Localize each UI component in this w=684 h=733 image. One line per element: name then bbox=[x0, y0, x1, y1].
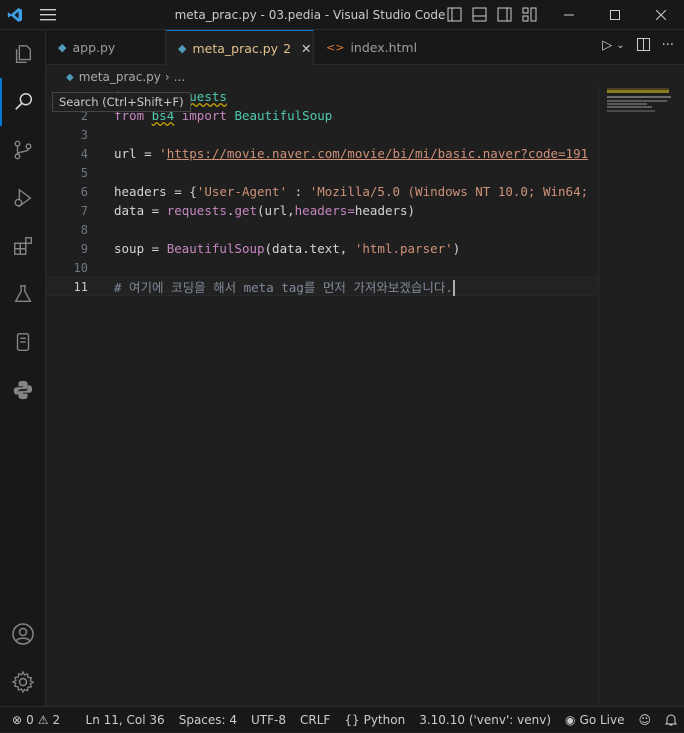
code-comment: # 여기에 코딩을 해서 meta tag를 먼저 가져와보겠습니다. bbox=[114, 279, 453, 295]
activity-bar bbox=[0, 30, 46, 706]
end-of-line[interactable]: CRLF bbox=[293, 707, 337, 733]
vscode-logo-icon bbox=[0, 0, 30, 30]
code-line: 5 bbox=[46, 163, 598, 182]
window-title: meta_prac.py - 03.pedia - Visual Studio … bbox=[174, 8, 446, 22]
code-line: 3 bbox=[46, 125, 598, 144]
close-tab-icon[interactable]: ✕ bbox=[301, 41, 311, 56]
hamburger-menu-icon[interactable] bbox=[30, 0, 66, 30]
settings-gear-icon[interactable] bbox=[0, 658, 46, 706]
line-number: 5 bbox=[80, 165, 88, 180]
line-number: 11 bbox=[73, 279, 88, 294]
line-number: 6 bbox=[80, 184, 88, 199]
code-editor[interactable]: 1 import requests 2 from bs4 import Beau… bbox=[46, 86, 598, 706]
testing-flask-icon[interactable] bbox=[0, 270, 46, 318]
encoding[interactable]: UTF-8 bbox=[244, 707, 293, 733]
minimap[interactable] bbox=[598, 86, 684, 706]
current-code-line: 11 # 여기에 코딩을 해서 meta tag를 먼저 가져와보겠습니다. bbox=[46, 277, 598, 297]
indentation[interactable]: Spaces: 4 bbox=[172, 707, 244, 733]
python-file-icon: ◆ bbox=[178, 41, 187, 55]
warning-icon: ⚠ bbox=[37, 712, 49, 727]
more-actions-icon[interactable]: ··· bbox=[662, 38, 674, 55]
search-icon[interactable] bbox=[0, 78, 46, 126]
html-file-icon: <> bbox=[326, 41, 345, 54]
customize-layout-icon[interactable] bbox=[521, 6, 538, 23]
extensions-icon[interactable] bbox=[0, 222, 46, 270]
breadcrumb-more[interactable]: ... bbox=[174, 70, 185, 84]
problem-count-badge: 2 bbox=[283, 40, 292, 56]
line-number: 9 bbox=[80, 241, 88, 256]
language-mode[interactable]: {} Python bbox=[337, 707, 412, 733]
run-python-file-icon[interactable]: ▷ bbox=[602, 38, 612, 55]
toggle-secondary-sidebar-icon[interactable] bbox=[496, 6, 513, 23]
tab-meta-prac-py[interactable]: ◆ meta_prac.py 2 ✕ bbox=[166, 30, 314, 65]
python-file-icon: ◆ bbox=[66, 71, 74, 83]
maximize-icon[interactable] bbox=[592, 0, 638, 30]
breadcrumb-separator: › bbox=[164, 70, 170, 84]
minimize-icon[interactable] bbox=[546, 0, 592, 30]
toggle-primary-sidebar-icon[interactable] bbox=[446, 6, 463, 23]
code-line: 9 soup = BeautifulSoup(data.text, 'html.… bbox=[46, 239, 598, 258]
python-interpreter[interactable]: 3.10.10 ('venv': venv) bbox=[412, 707, 558, 733]
url-link[interactable]: https://movie.naver.com/movie/bi/mi/basi… bbox=[167, 146, 588, 161]
breadcrumb: ◆ meta_prac.py › ... bbox=[46, 66, 596, 88]
status-bar: ⊗ 0 ⚠ 2 Ln 11, Col 36 Spaces: 4 UTF-8 CR… bbox=[0, 706, 684, 732]
title-bar: meta_prac.py - 03.pedia - Visual Studio … bbox=[0, 0, 684, 30]
feedback-icon[interactable]: ☺ bbox=[631, 707, 658, 733]
code-line: 4 url = 'https://movie.naver.com/movie/b… bbox=[46, 144, 598, 163]
code-line: 6 headers = {'User-Agent' : 'Mozilla/5.0… bbox=[46, 182, 598, 201]
close-window-icon[interactable] bbox=[638, 0, 684, 30]
remote-explorer-icon[interactable] bbox=[0, 318, 46, 366]
line-number: 8 bbox=[80, 222, 88, 237]
tab-app-py[interactable]: ◆ app.py bbox=[46, 30, 166, 65]
cursor-position[interactable]: Ln 11, Col 36 bbox=[79, 707, 172, 733]
braces-icon: {} bbox=[344, 712, 360, 727]
line-number: 3 bbox=[80, 127, 88, 142]
explorer-icon[interactable] bbox=[0, 30, 46, 78]
accounts-icon[interactable] bbox=[0, 610, 46, 658]
text-cursor bbox=[452, 280, 455, 297]
run-dropdown-chevron-icon[interactable]: ⌄ bbox=[616, 40, 624, 55]
line-number: 4 bbox=[80, 146, 88, 161]
toggle-panel-icon[interactable] bbox=[471, 6, 488, 23]
breadcrumb-file[interactable]: meta_prac.py bbox=[79, 70, 161, 84]
tab-index-html[interactable]: <> index.html bbox=[314, 30, 436, 65]
line-number: 10 bbox=[73, 260, 88, 275]
search-tooltip: Search (Ctrl+Shift+F) bbox=[52, 92, 191, 112]
notifications-bell-icon[interactable] bbox=[658, 707, 684, 733]
code-line: 10 bbox=[46, 258, 598, 277]
python-icon[interactable] bbox=[0, 366, 46, 414]
source-control-icon[interactable] bbox=[0, 126, 46, 174]
line-number: 7 bbox=[80, 203, 88, 218]
error-icon: ⊗ bbox=[12, 712, 23, 727]
go-live-button[interactable]: ◉ Go Live bbox=[558, 707, 631, 733]
broadcast-icon: ◉ bbox=[565, 712, 576, 727]
split-editor-icon[interactable] bbox=[636, 38, 650, 55]
code-line: 8 bbox=[46, 220, 598, 239]
python-file-icon: ◆ bbox=[58, 41, 67, 54]
code-line: 7 data = requests.get(url,headers=header… bbox=[46, 201, 598, 220]
run-debug-icon[interactable] bbox=[0, 174, 46, 222]
editor-tabs: ◆ app.py ◆ meta_prac.py 2 ✕ <> index.htm… bbox=[46, 30, 684, 65]
problems-indicator[interactable]: ⊗ 0 ⚠ 2 bbox=[0, 707, 67, 733]
